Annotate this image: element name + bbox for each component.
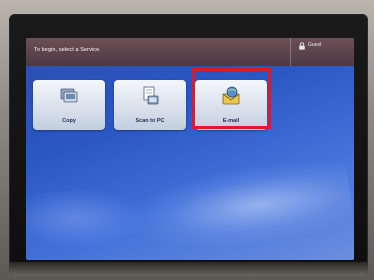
device-bezel-bottom (9, 262, 368, 276)
copy-service-button[interactable]: Copy (33, 80, 105, 130)
scan-to-pc-label: Scan to PC (135, 118, 165, 124)
services-header: To begin, select a Service. Guest (26, 38, 354, 66)
instruction-text: To begin, select a Service. (34, 47, 101, 53)
copy-icon (60, 88, 78, 103)
touch-screen: To begin, select a Service. Guest Copy S… (26, 38, 354, 260)
guest-label: Guest (308, 42, 322, 48)
scan-to-pc-icon (143, 86, 159, 105)
highlight-box (192, 68, 271, 129)
screen-glare (116, 152, 354, 260)
header-divider (290, 38, 291, 66)
guest-login-button[interactable]: Guest (296, 41, 350, 63)
scan-to-pc-service-button[interactable]: Scan to PC (114, 80, 186, 130)
lock-icon (299, 42, 305, 50)
copy-label: Copy (62, 118, 76, 124)
